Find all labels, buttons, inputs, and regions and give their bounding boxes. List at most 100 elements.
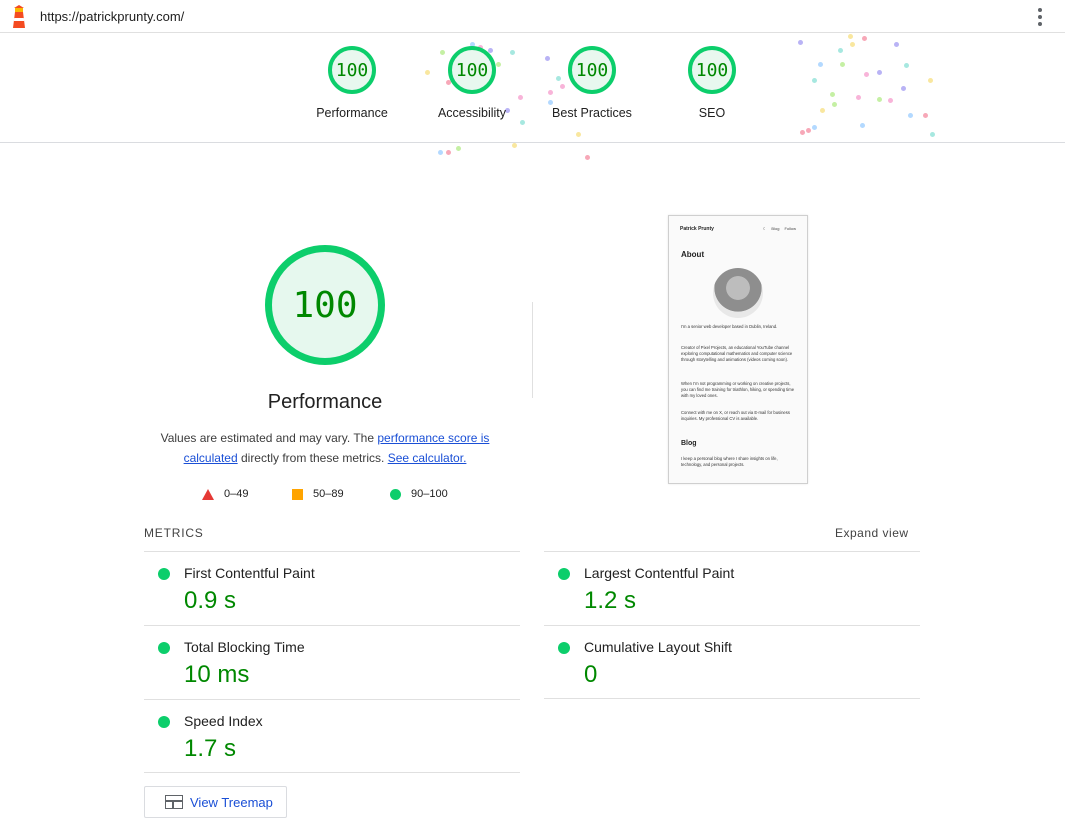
divider [544, 551, 920, 552]
confetti-dot [806, 128, 811, 133]
gauge-seo-score: 100 [688, 46, 736, 94]
metric-name: Largest Contentful Paint [584, 565, 735, 581]
confetti-dot [576, 132, 581, 137]
confetti-dot [923, 113, 928, 118]
pass-circle-icon [558, 642, 570, 654]
final-screenshot-thumbnail[interactable]: Patrick Prunty ☾ Blog Follow About I'm a… [668, 215, 808, 484]
metric-cumulative-layout-shift: Cumulative Layout Shift 0 [544, 627, 920, 699]
metric-name: Cumulative Layout Shift [584, 639, 732, 655]
gauge-performance-label: Performance [316, 106, 388, 120]
confetti-dot [512, 143, 517, 148]
confetti-dot [888, 98, 893, 103]
gauge-performance-score: 100 [328, 46, 376, 94]
metric-largest-contentful-paint: Largest Contentful Paint 1.2 s [544, 553, 920, 625]
metric-name: Total Blocking Time [184, 639, 305, 655]
confetti-dot [850, 42, 855, 47]
confetti-dot [928, 78, 933, 83]
legend-average-range: 50–89 [313, 488, 344, 500]
divider [144, 772, 520, 773]
confetti-dot [456, 146, 461, 151]
metric-name: First Contentful Paint [184, 565, 315, 581]
performance-description: Values are estimated and may vary. The p… [150, 428, 500, 468]
divider [144, 625, 520, 626]
lighthouse-icon [13, 5, 25, 28]
confetti-dot [877, 70, 882, 75]
performance-score-gauge: 100 [265, 245, 385, 365]
confetti-dot [446, 150, 451, 155]
view-treemap-label: View Treemap [190, 794, 273, 810]
confetti-dot [585, 155, 590, 160]
score-summary-header: 100 Performance 100 Accessibility 100 Be… [0, 33, 1065, 160]
thumb-nav-blog: Blog [771, 226, 780, 231]
desc-text-1: Values are estimated and may vary. The [160, 431, 378, 445]
pass-circle-icon [390, 488, 401, 500]
expand-view-toggle[interactable]: Expand view [835, 526, 909, 540]
treemap-icon [165, 795, 183, 809]
confetti-dot [904, 63, 909, 68]
confetti-dot [438, 150, 443, 155]
confetti-dot [798, 40, 803, 45]
confetti-dot [908, 113, 913, 118]
legend-fail-range: 0–49 [224, 488, 249, 500]
confetti-dot [894, 42, 899, 47]
gauge-best-practices-score: 100 [568, 46, 616, 94]
gauge-accessibility-label: Accessibility [437, 106, 507, 120]
confetti-dot [812, 125, 817, 130]
gauge-performance[interactable]: 100 Performance [292, 46, 412, 120]
metric-value: 1.7 s [184, 735, 237, 762]
thumb-site-name: Patrick Prunty [680, 226, 714, 232]
confetti-dot [848, 34, 853, 39]
thumb-paragraph-2: Creator of Pixel Projects, an educationa… [681, 345, 793, 362]
thumb-nav: ☾ Blog Follow [763, 226, 796, 231]
metric-name: Speed Index [184, 713, 263, 729]
see-calculator-link[interactable]: See calculator. [388, 451, 467, 465]
metric-value: 10 ms [184, 661, 250, 688]
report-url[interactable]: https://patrickprunty.com/ [40, 9, 184, 24]
legend-pass: 90–100 [390, 488, 448, 500]
performance-title: Performance [267, 391, 383, 413]
confetti-dot [856, 95, 861, 100]
kebab-menu-icon[interactable] [1032, 6, 1048, 28]
thumb-blog-heading: Blog [681, 440, 697, 447]
metric-value: 0.9 s [184, 587, 237, 614]
legend-fail: 0–49 [202, 488, 248, 500]
divider [144, 699, 520, 700]
pass-circle-icon [158, 716, 170, 728]
confetti-dot [862, 36, 867, 41]
gauge-best-practices[interactable]: 100 Best Practices [532, 46, 652, 120]
avatar [713, 268, 763, 318]
divider [144, 551, 520, 552]
divider [544, 698, 920, 699]
confetti-dot [520, 120, 525, 125]
confetti-dot [820, 108, 825, 113]
confetti-dot [864, 72, 869, 77]
legend-average: 50–89 [292, 488, 344, 500]
confetti-dot [901, 86, 906, 91]
metrics-header: METRICS [144, 526, 204, 540]
gauge-accessibility-score: 100 [448, 46, 496, 94]
pass-circle-icon [158, 642, 170, 654]
gauge-seo[interactable]: 100 SEO [652, 46, 772, 120]
thumb-nav-follow: Follow [784, 226, 796, 231]
average-square-icon [292, 488, 303, 500]
thumb-paragraph-4: Connect with me on X, or reach out via E… [681, 410, 790, 421]
pass-circle-icon [558, 568, 570, 580]
view-treemap-button[interactable]: View Treemap [144, 786, 287, 818]
section-divider [532, 302, 533, 398]
metric-speed-index: Speed Index 1.7 s [144, 701, 520, 773]
top-bar: https://patrickprunty.com/ [0, 0, 1065, 33]
confetti-dot [877, 97, 882, 102]
confetti-dot [800, 130, 805, 135]
pass-circle-icon [158, 568, 170, 580]
confetti-dot [840, 62, 845, 67]
gauge-best-practices-label: Best Practices [552, 106, 632, 120]
thumb-paragraph-5: I keep a personal blog where I share ins… [681, 456, 778, 467]
confetti-dot [812, 78, 817, 83]
confetti-dot [860, 123, 865, 128]
metric-first-contentful-paint: First Contentful Paint 0.9 s [144, 553, 520, 625]
confetti-dot [818, 62, 823, 67]
gauge-accessibility[interactable]: 100 Accessibility [412, 46, 532, 120]
metric-value: 0 [584, 661, 598, 688]
thumb-paragraph-1: I'm a senior web developer based in Dubl… [681, 324, 778, 329]
desc-text-2: directly from these metrics. [237, 451, 388, 465]
